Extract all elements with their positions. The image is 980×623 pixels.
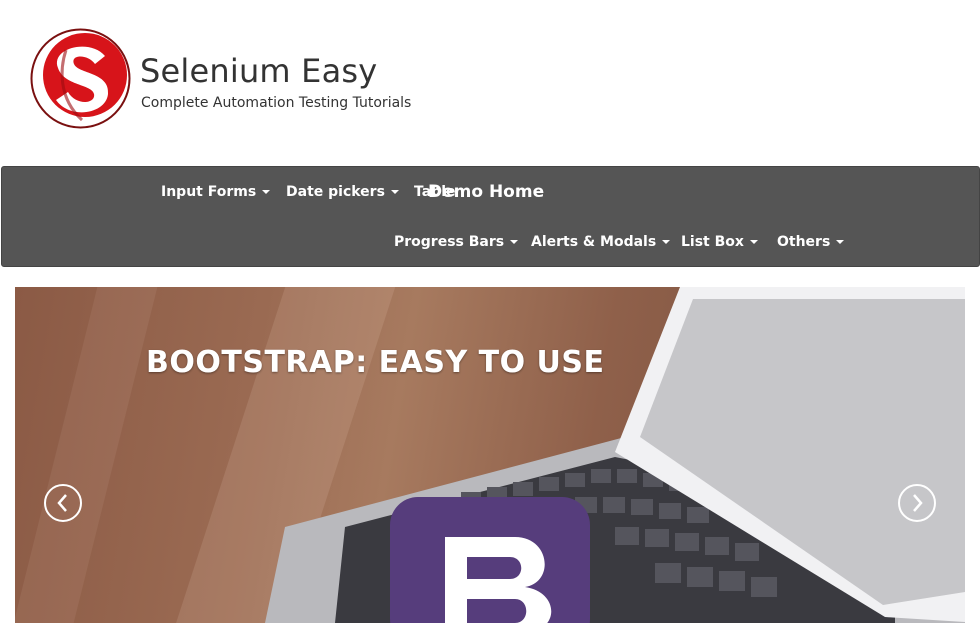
nav-alerts-modals-label: Alerts & Modals [531, 234, 657, 250]
nav-alerts-modals[interactable]: Alerts & Modals [531, 234, 671, 250]
nav-list-box[interactable]: List Box [681, 234, 758, 250]
caret-down-icon [662, 240, 671, 244]
nav-date-pickers-label: Date pickers [286, 184, 385, 200]
nav-progress-bars-label: Progress Bars [394, 234, 505, 250]
nav-input-forms[interactable]: Input Forms [161, 184, 271, 200]
nav-others[interactable]: Others [777, 234, 845, 250]
caret-down-icon [510, 240, 519, 244]
caret-down-icon [262, 190, 271, 194]
nav-others-label: Others [777, 234, 831, 250]
nav-progress-bars[interactable]: Progress Bars [394, 234, 519, 250]
carousel-caption: BOOTSTRAP: EASY TO USE [146, 345, 605, 380]
nav-date-pickers[interactable]: Date pickers [286, 184, 399, 200]
carousel-next-button[interactable] [898, 484, 936, 522]
site-title[interactable]: Selenium Easy [140, 52, 377, 90]
caret-down-icon [749, 240, 758, 244]
hero-carousel[interactable]: BOOTSTRAP: EASY TO USE [15, 287, 965, 623]
site-tagline: Complete Automation Testing Tutorials [141, 95, 412, 111]
site-header: Selenium Easy Complete Automation Testin… [0, 0, 980, 166]
nav-input-forms-label: Input Forms [161, 184, 257, 200]
chevron-right-icon [913, 494, 923, 512]
caret-down-icon [836, 240, 845, 244]
selenium-easy-logo-icon[interactable] [30, 28, 131, 129]
caret-down-icon [390, 190, 399, 194]
nav-demo-home[interactable]: Demo Home [428, 182, 544, 202]
main-navbar: Input Forms Date pickers Table Demo Home… [1, 166, 980, 267]
chevron-left-icon [57, 494, 67, 512]
laptop-image [265, 287, 965, 623]
carousel-prev-button[interactable] [44, 484, 82, 522]
nav-list-box-label: List Box [681, 234, 744, 250]
